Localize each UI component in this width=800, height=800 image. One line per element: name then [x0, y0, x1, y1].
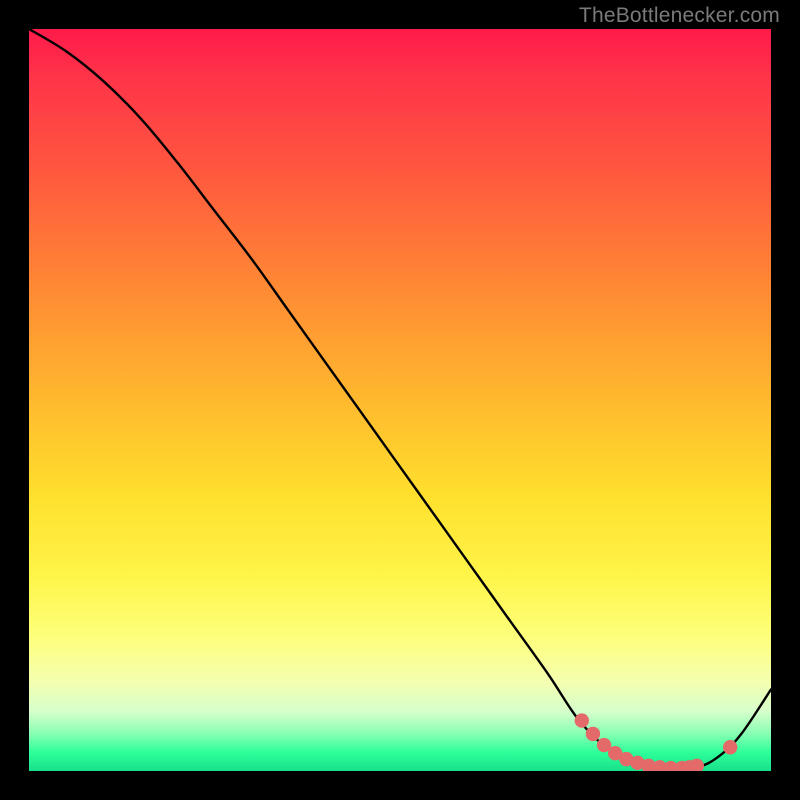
watermark-text: TheBottlenecker.com [579, 4, 780, 28]
highlight-markers [575, 713, 738, 771]
highlight-marker [575, 713, 589, 727]
plot-area [29, 29, 771, 771]
curve-canvas [29, 29, 771, 771]
chart-frame: TheBottlenecker.com [0, 0, 800, 800]
highlight-marker [586, 727, 600, 741]
highlight-marker [690, 759, 704, 771]
highlight-marker [723, 740, 737, 754]
bottleneck-curve [29, 29, 771, 769]
